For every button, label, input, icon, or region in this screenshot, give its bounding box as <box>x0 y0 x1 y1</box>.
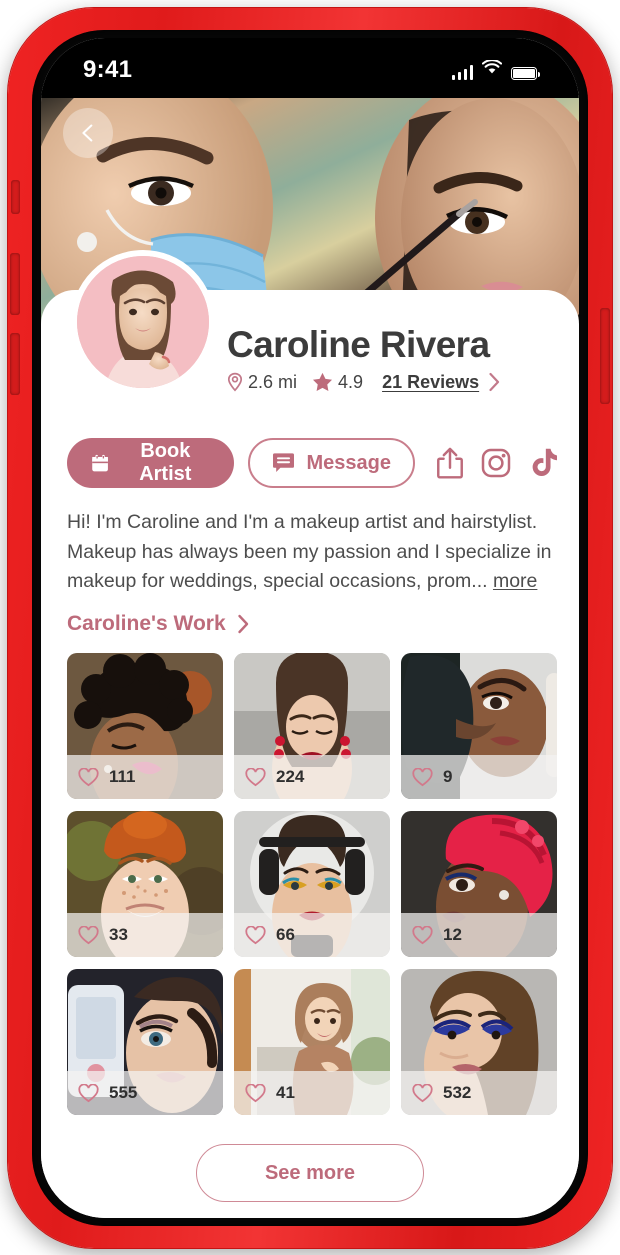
like-band[interactable]: 66 <box>234 913 390 957</box>
gallery-item[interactable]: 532 <box>401 969 557 1115</box>
battery-full-icon <box>511 67 540 80</box>
share-icon[interactable] <box>435 447 465 479</box>
heart-icon <box>245 925 266 944</box>
chevron-right-icon <box>237 614 248 634</box>
like-band[interactable]: 12 <box>401 913 557 957</box>
like-count: 532 <box>443 1083 472 1102</box>
action-row: Book Artist Message <box>67 438 557 488</box>
cellular-signal-icon <box>451 65 473 80</box>
profile-meta: 2.6 mi 4.9 21 Reviews <box>227 372 561 393</box>
like-band[interactable]: 555 <box>67 1071 223 1115</box>
like-count: 9 <box>443 767 453 786</box>
like-count: 33 <box>109 925 128 944</box>
status-time: 9:41 <box>83 56 133 83</box>
profile-content-card: Caroline Rivera 2.6 mi 4.9 21 Reviews Bo… <box>41 250 579 1218</box>
power-button[interactable] <box>600 308 610 404</box>
heart-icon <box>245 767 266 786</box>
instagram-icon[interactable] <box>481 447 511 479</box>
bio-more-link[interactable]: more <box>493 570 537 592</box>
chevron-left-icon <box>82 124 93 142</box>
like-band[interactable]: 224 <box>234 755 390 799</box>
calendar-icon <box>92 454 108 471</box>
like-count: 12 <box>443 925 462 944</box>
avatar[interactable] <box>71 250 215 394</box>
rating-label: 4.9 <box>338 371 364 392</box>
chevron-right-icon <box>489 373 500 392</box>
location-pin-icon <box>227 373 243 392</box>
status-icons <box>451 59 540 80</box>
chat-bubble-icon <box>272 453 294 472</box>
mute-switch[interactable] <box>11 180 20 214</box>
like-count: 224 <box>276 767 305 786</box>
reviews-link[interactable]: 21 Reviews <box>382 372 501 393</box>
wifi-icon <box>481 59 503 80</box>
heart-icon <box>245 1083 266 1102</box>
avatar-image <box>77 256 209 388</box>
like-band[interactable]: 9 <box>401 755 557 799</box>
phone-screen: 9:41 Caroline Rivera 2.6 mi 4.9 21 Revie… <box>41 38 579 1218</box>
book-artist-label: Book Artist <box>139 440 192 485</box>
like-count: 111 <box>109 767 136 786</box>
heart-icon <box>78 925 99 944</box>
rating-chunk: 4.9 <box>312 372 363 393</box>
see-more-button[interactable]: See more <box>196 1144 424 1202</box>
star-icon <box>313 373 333 392</box>
like-count: 66 <box>276 925 295 944</box>
back-button[interactable] <box>63 108 113 158</box>
work-section-heading[interactable]: Caroline's Work <box>67 612 250 636</box>
message-label: Message <box>306 451 392 474</box>
like-count: 41 <box>276 1083 295 1102</box>
volume-down-button[interactable] <box>10 333 20 395</box>
distance-label: 2.6 mi <box>248 371 298 392</box>
bio-body: Hi! I'm Caroline and I'm a makeup artist… <box>67 511 552 593</box>
heart-icon <box>412 925 433 944</box>
bio-text: Hi! I'm Caroline and I'm a makeup artist… <box>67 508 557 597</box>
gallery-item[interactable]: 41 <box>234 969 390 1115</box>
profile-info: Caroline Rivera 2.6 mi 4.9 21 Reviews <box>227 324 561 393</box>
work-gallery: 111 224 9 33 66 12 555 41 532 <box>67 653 557 1115</box>
gallery-item[interactable]: 9 <box>401 653 557 799</box>
book-artist-button[interactable]: Book Artist <box>67 438 234 488</box>
like-band[interactable]: 532 <box>401 1071 557 1115</box>
distance-chunk: 2.6 mi <box>227 372 297 393</box>
heart-icon <box>412 1083 433 1102</box>
social-icons <box>435 447 557 479</box>
gallery-item[interactable]: 33 <box>67 811 223 957</box>
like-band[interactable]: 41 <box>234 1071 390 1115</box>
gallery-item[interactable]: 66 <box>234 811 390 957</box>
reviews-label: 21 Reviews <box>382 371 480 392</box>
gallery-item[interactable]: 555 <box>67 969 223 1115</box>
like-band[interactable]: 33 <box>67 913 223 957</box>
heart-icon <box>78 767 99 786</box>
work-section-title: Caroline's Work <box>67 612 226 635</box>
page-title: Caroline Rivera <box>227 324 490 365</box>
message-button[interactable]: Message <box>247 438 415 488</box>
heart-icon <box>78 1083 99 1102</box>
status-bar: 9:41 <box>41 38 579 98</box>
phone-frame: 9:41 Caroline Rivera 2.6 mi 4.9 21 Revie… <box>8 8 612 1248</box>
like-count: 555 <box>109 1083 138 1102</box>
heart-icon <box>412 767 433 786</box>
gallery-item[interactable]: 12 <box>401 811 557 957</box>
volume-up-button[interactable] <box>10 253 20 315</box>
gallery-item[interactable]: 224 <box>234 653 390 799</box>
tiktok-icon[interactable] <box>527 447 557 479</box>
like-band[interactable]: 111 <box>67 755 223 799</box>
gallery-item[interactable]: 111 <box>67 653 223 799</box>
